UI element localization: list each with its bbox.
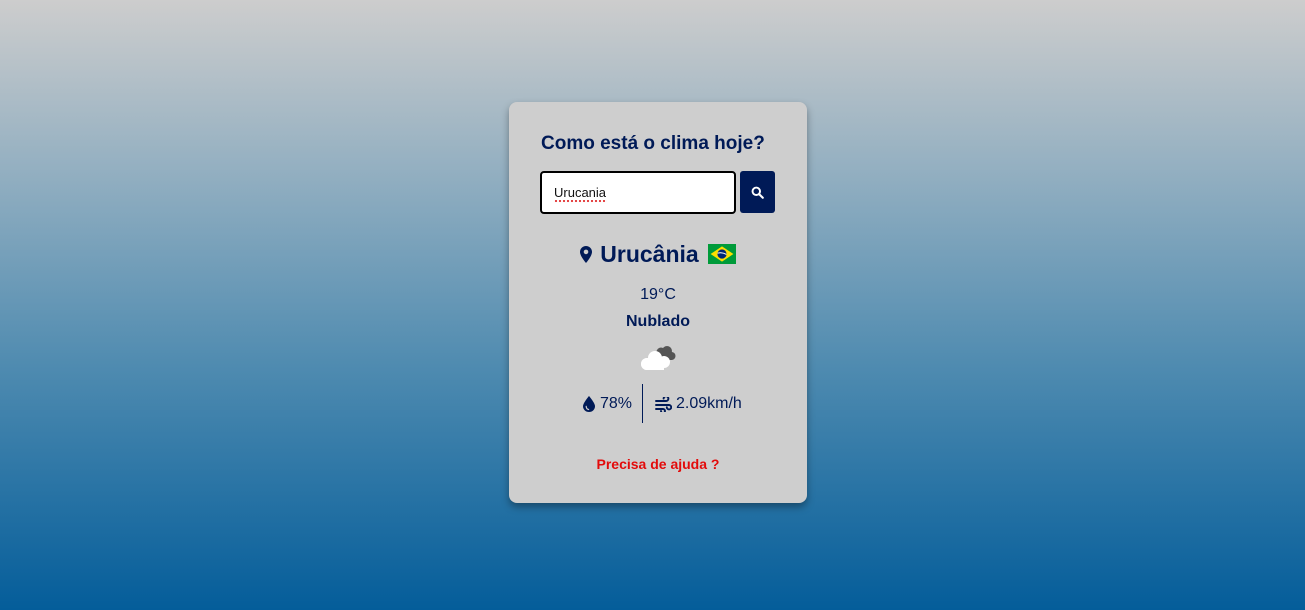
city-name: Urucânia <box>600 240 699 267</box>
weather-description: Nublado <box>626 313 690 330</box>
weather-details: 78% 2.09km/h <box>509 384 807 424</box>
humidity: 78% <box>583 395 632 413</box>
search-bar <box>540 171 776 214</box>
location-row: Urucânia <box>509 239 807 269</box>
search-button[interactable] <box>740 171 775 213</box>
map-pin-icon <box>580 245 593 263</box>
temperature: 19°C <box>640 286 676 303</box>
droplet-icon <box>583 396 595 412</box>
brazil-flag-icon <box>707 244 736 264</box>
wind-icon <box>655 396 672 412</box>
help-link[interactable]: Precisa de ajuda ? <box>509 456 807 472</box>
page-title: Como está o clima hoje? <box>541 133 765 154</box>
wind-value: 2.09km/h <box>676 395 742 412</box>
humidity-value: 78% <box>600 395 633 412</box>
search-icon <box>751 186 764 199</box>
details-divider <box>642 384 643 423</box>
wind: 2.09km/h <box>655 395 742 413</box>
weather-card: Como está o clima hoje? Urucânia 19°C Nu… <box>509 102 807 503</box>
city-search-input[interactable] <box>540 171 736 214</box>
cloudy-icon <box>641 346 676 370</box>
